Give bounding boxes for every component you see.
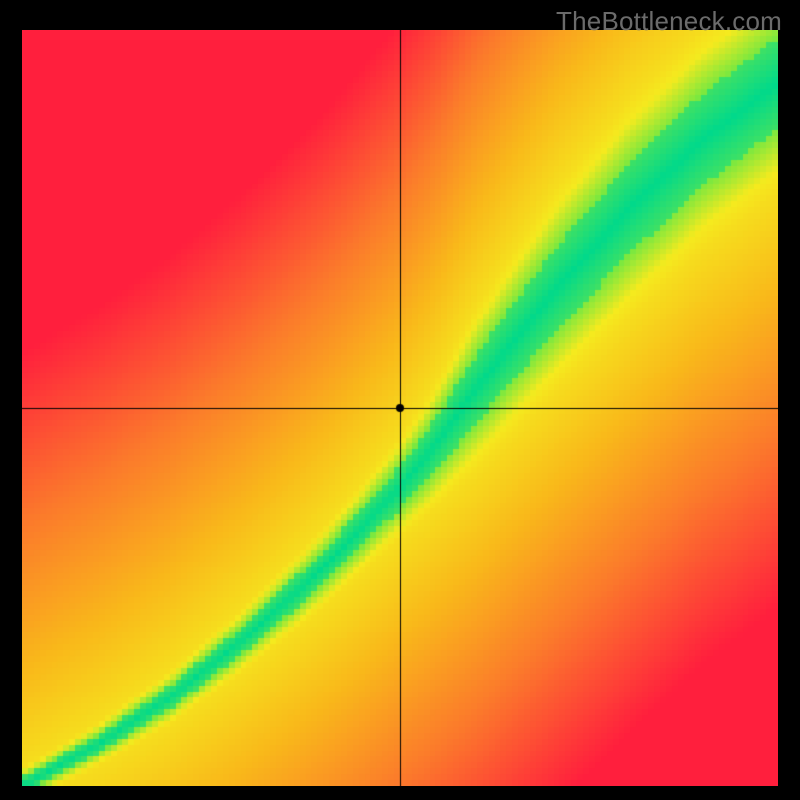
watermark-text: TheBottleneck.com [556,6,782,37]
heatmap-canvas [22,30,778,786]
chart-frame: TheBottleneck.com [0,0,800,800]
heatmap-plot [22,30,778,786]
